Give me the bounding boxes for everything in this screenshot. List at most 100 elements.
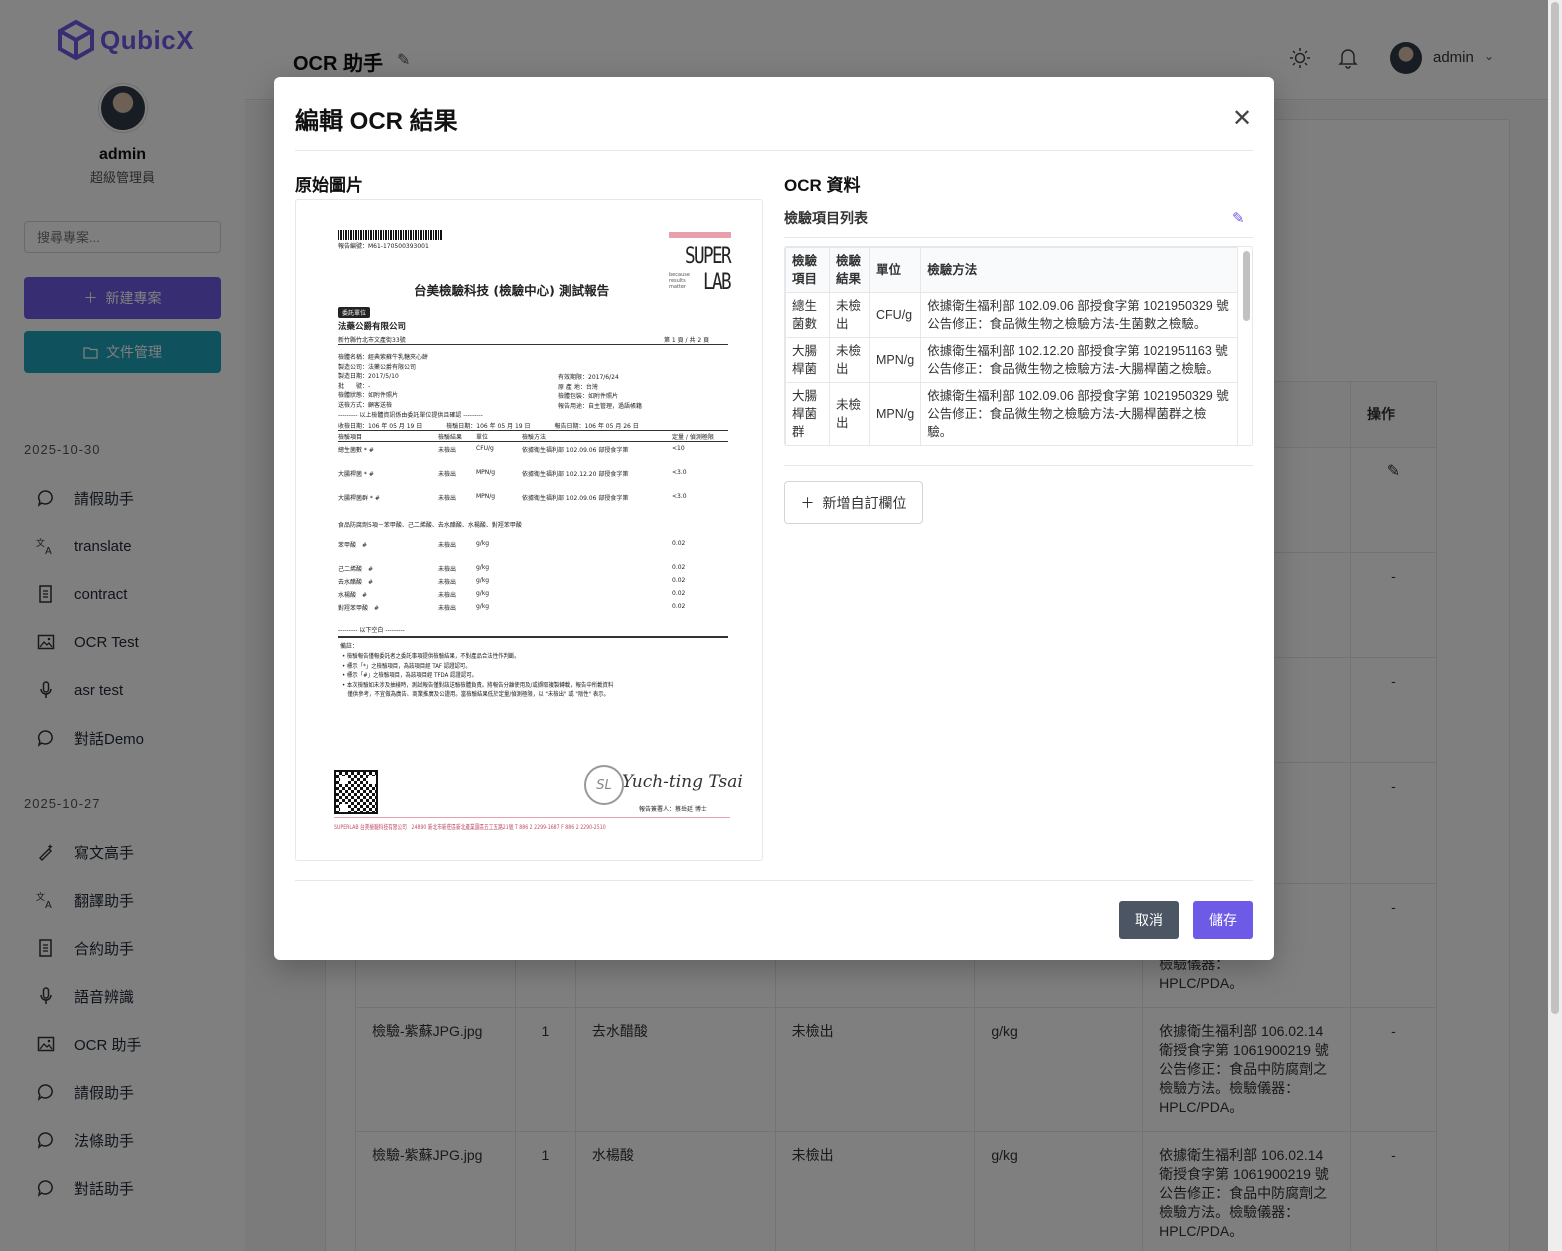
table-scrollbar-thumb[interactable]: [1243, 251, 1250, 321]
sample-info-line: 送檢方式：顧客送檢: [338, 401, 393, 409]
report-footer: SUPERLAB 台美檢驗科技有限公司 24890 新北市新莊區新北產業園區五工…: [334, 823, 606, 831]
page-count: 第 1 頁 / 共 2 頁: [664, 337, 710, 344]
sample-info-line: 檢體包裝：如附件照片: [558, 393, 619, 400]
report-cell: 未檢出: [438, 542, 457, 549]
report-signer: 報告簽署人：蔡岳廷 博士: [639, 806, 707, 813]
page-scrollbar[interactable]: [1548, 0, 1562, 1251]
save-button[interactable]: 儲存: [1193, 901, 1253, 939]
report-cell: 大腸桿菌 * #: [338, 471, 374, 478]
sample-info-line: 批 號：-: [338, 382, 371, 390]
brand-tagline: because results matter: [669, 272, 690, 290]
page-scrollbar-thumb[interactable]: [1551, 2, 1559, 1014]
client-tag: 委託單位: [338, 307, 371, 318]
report-cell: g/kg: [476, 564, 490, 571]
sample-info-line: 製造公司：法藥公爵有限公司: [338, 363, 417, 371]
divider: [784, 465, 1253, 466]
remark-line: • 標示「#」之檢驗項目，為該項目經 TFDA 認證認可。: [342, 672, 478, 679]
close-icon[interactable]: ✕: [1232, 107, 1252, 131]
remarks-title: 備註：: [340, 643, 359, 650]
remark-line: • 檢驗報告僅報委託者之委託事項提供檢驗結果，不對產品合法性作判斷。: [342, 653, 520, 660]
add-custom-field-button[interactable]: ＋ 新增自訂欄位: [784, 481, 923, 524]
report-column-header: 檢驗項目: [338, 434, 363, 441]
barcode: [338, 230, 443, 240]
report-cell: <3.0: [672, 493, 687, 500]
ocr-method-cell: 依據衛生福利部 102.09.06 部授食字第 1021950329 號公告修正…: [920, 292, 1238, 338]
report-cell: 未檢出: [438, 471, 457, 478]
ocr-item-cell: 大腸桿菌: [785, 337, 830, 383]
ocr-table-row[interactable]: 總生菌數 未檢出 CFU/g 依據衛生福利部 102.09.06 部授食字第 1021…: [785, 292, 1238, 338]
ocr-unit-cell: CFU/g: [868, 292, 922, 338]
ocr-result-cell: 未檢出: [829, 292, 870, 338]
report-cell: 未檢出: [438, 495, 457, 502]
divider: [295, 880, 1253, 881]
report-cell: 苯甲酸 #: [338, 542, 368, 549]
report-cell: 0.02: [672, 603, 686, 610]
ocr-table: 檢驗項目 檢驗結果 單位 檢驗方法 總生菌數 未檢出 CFU/g 依據衛生福利部 10…: [785, 247, 1238, 445]
client-address: 新竹縣竹北市文產街33號: [338, 337, 406, 344]
cancel-button[interactable]: 取消: [1119, 901, 1179, 939]
report-cell: 去水醋酸 #: [338, 579, 374, 586]
modal-title: 編輯 OCR 結果: [295, 108, 458, 135]
original-image: 報告編號：M61-170500393001 SUPER LAB because …: [295, 199, 763, 861]
report-cell: CFU/g: [476, 445, 494, 452]
blank-line: --------- 以下空白 ---------: [338, 627, 405, 634]
report-cell: MPN/g: [476, 493, 496, 500]
info-note: --------- 以上檢體資訊係由委託單位提供且確認 ---------: [338, 412, 483, 419]
divider: [295, 150, 1253, 151]
report-cell: MPN/g: [476, 469, 496, 476]
brand-lab: LAB: [703, 270, 732, 295]
ocr-unit-cell: MPN/g: [868, 382, 922, 445]
report-cell: 依據衛生福利部 102.09.06 部授食字第: [522, 495, 629, 502]
divider: [784, 237, 1253, 238]
report-cell: 未檢出: [438, 579, 457, 586]
remark-line: • 標示「*」之檢驗項目，為該項目經 TAF 認證認可。: [342, 662, 471, 670]
column-header-item: 檢驗項目: [785, 247, 830, 293]
edit-pencil-icon[interactable]: ✎: [1232, 209, 1245, 227]
report-cell: g/kg: [476, 603, 490, 610]
ocr-table-container[interactable]: 檢驗項目 檢驗結果 單位 檢驗方法 總生菌數 未檢出 CFU/g 依據衛生福利部 10…: [784, 246, 1253, 446]
sample-info-line: 原 產 地：台灣: [558, 383, 598, 391]
report-section-title: 食品防腐劑5項－苯甲酸、己二烯酸、去水醋酸、水楊酸、對羥苯甲酸: [338, 522, 522, 529]
report-cell: 未檢出: [438, 592, 457, 599]
report-cell: 己二烯酸 #: [338, 566, 374, 573]
ocr-method-cell: 依據衛生福利部 102.09.06 部授食字第 1021950329 號公告修正…: [920, 382, 1238, 445]
report-cell: 大腸桿菌群 * #: [338, 495, 380, 502]
report-cell: 依據衛生福利部 102.09.06 部授食字第: [522, 447, 629, 454]
add-custom-field-label: 新增自訂欄位: [822, 494, 907, 511]
ocr-method-cell: 依據衛生福利部 102.12.20 部授食字第 1021951163 號公告修正…: [920, 337, 1238, 383]
report-cell: 未檢出: [438, 605, 457, 612]
sample-info-line: 檢體狀態：如附件照片: [338, 392, 399, 399]
report-cell: 對羥苯甲酸 #: [338, 605, 380, 612]
ocr-item-cell: 總生菌數: [785, 292, 830, 338]
remark-line: • 本次檢驗如未涉及抽樣時，測試報告僅對該送驗檢體負責。將報告分離使用及/或擷取…: [342, 681, 614, 689]
report-cell: 0.02: [672, 564, 686, 571]
report-cell: 0.02: [672, 577, 686, 584]
brand-super: SUPER: [685, 244, 732, 269]
report-cell: 0.02: [672, 590, 686, 597]
plus-icon: ＋: [800, 494, 815, 511]
report-cell: 水楊酸 #: [338, 592, 368, 599]
ocr-result-cell: 未檢出: [829, 337, 870, 383]
report-cell: 總生菌數 * #: [338, 447, 374, 454]
signature: Yuch-ting Tsai: [622, 772, 743, 792]
original-image-title: 原始圖片: [295, 176, 363, 195]
qr-code: [334, 770, 378, 814]
superlab-seal: SL: [584, 765, 624, 805]
ocr-item-cell: 大腸桿菌群: [785, 382, 830, 445]
report-column-header: 單位: [476, 434, 489, 441]
edit-ocr-modal: 編輯 OCR 結果 ✕ 原始圖片 OCR 資料 報告編號：M61-1705003…: [274, 77, 1274, 960]
report-cell: <10: [672, 445, 685, 452]
sample-info-line: 有效期限：2017/6/24: [558, 374, 619, 381]
report-column-header: 檢驗方法: [522, 434, 547, 441]
column-header-result: 檢驗結果: [829, 247, 870, 293]
report-cell: g/kg: [476, 540, 490, 547]
ocr-table-row[interactable]: 大腸桿菌群 未檢出 MPN/g 依據衛生福利部 102.09.06 部授食字第 102…: [785, 382, 1238, 445]
report-number: 報告編號：M61-170500393001: [338, 243, 429, 250]
sample-info-line: 報告用途：自主管理，過語帳籍: [558, 402, 643, 410]
report-column-header: 檢驗結果: [438, 434, 463, 441]
report-column-header: 定量 / 偵測極限: [672, 434, 714, 441]
column-header-method: 檢驗方法: [920, 247, 1238, 293]
report-cell: 依據衛生福利部 102.12.20 部授食字第: [522, 471, 629, 478]
column-header-unit: 單位: [868, 247, 922, 293]
ocr-table-row[interactable]: 大腸桿菌 未檢出 MPN/g 依據衛生福利部 102.12.20 部授食字第 1021…: [785, 337, 1238, 383]
